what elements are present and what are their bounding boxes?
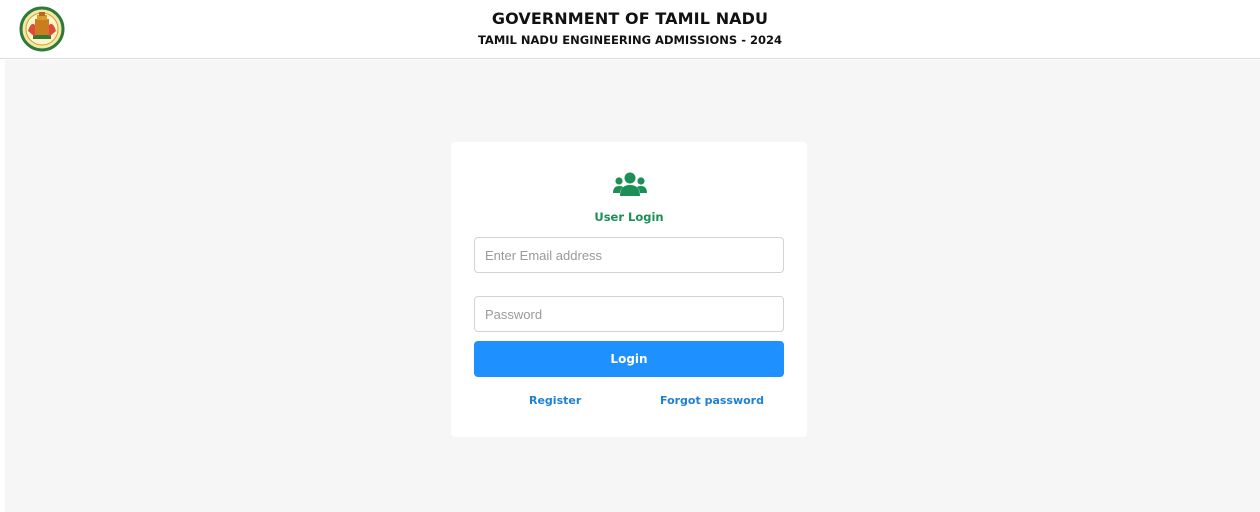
login-card: User Login Login Register Forgot passwor… [451, 142, 807, 437]
login-title: User Login [594, 210, 664, 224]
page-subtitle: TAMIL NADU ENGINEERING ADMISSIONS - 2024 [477, 33, 783, 47]
top-header: GOVERNMENT OF TAMIL NADU TAMIL NADU ENGI… [0, 0, 1260, 59]
login-button[interactable]: Login [474, 341, 784, 377]
register-link[interactable]: Register [529, 394, 581, 407]
forgot-password-link[interactable]: Forgot password [660, 394, 764, 407]
users-icon [613, 172, 647, 196]
email-field[interactable] [474, 237, 784, 273]
page-title: GOVERNMENT OF TAMIL NADU [491, 9, 769, 28]
password-field[interactable] [474, 296, 784, 332]
